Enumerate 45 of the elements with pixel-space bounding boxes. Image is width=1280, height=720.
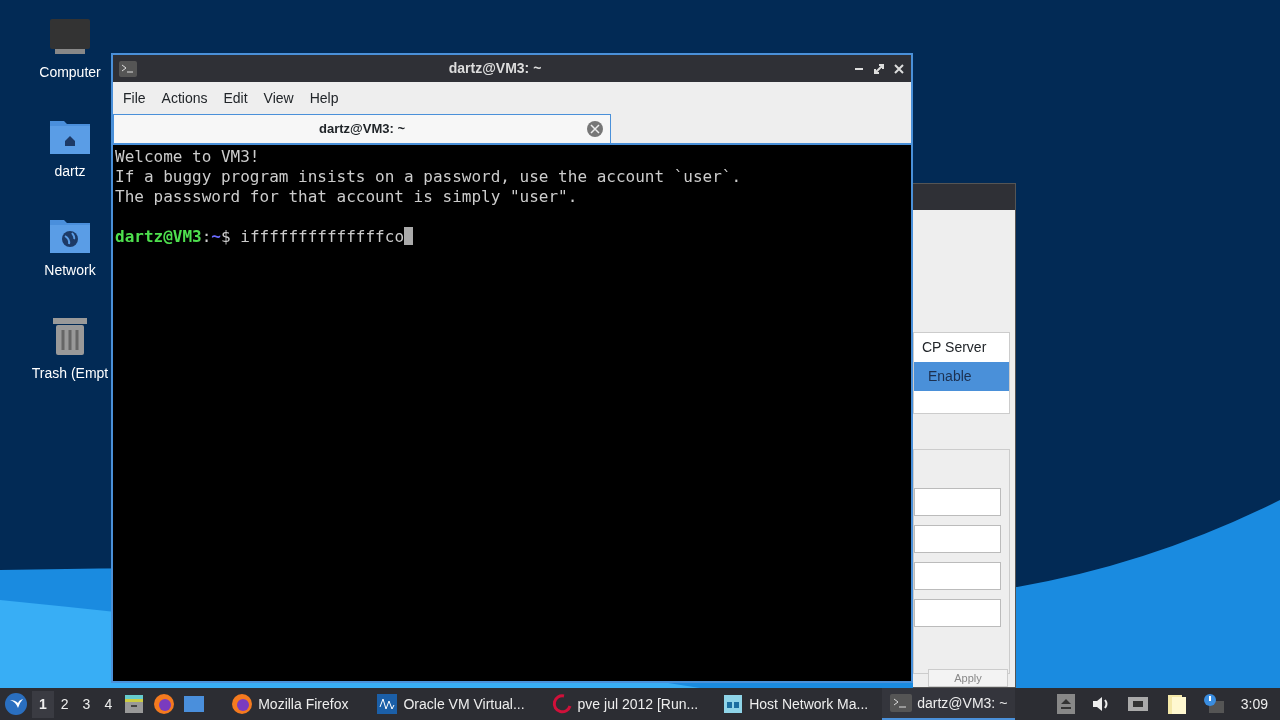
menu-item[interactable]: File <box>117 86 152 111</box>
workspace-button[interactable]: 4 <box>97 690 120 718</box>
monitor-icon[interactable] <box>49 18 91 56</box>
swirl-icon <box>550 693 573 715</box>
desktop-icon-label[interactable]: Network <box>44 260 96 281</box>
eject-icon[interactable] <box>1056 694 1075 714</box>
list-header: CP Server <box>921 338 988 357</box>
workspace-button[interactable]: 2 <box>53 690 76 718</box>
virtualbox-icon <box>376 693 399 715</box>
input-field[interactable] <box>914 488 1001 516</box>
network-icon[interactable] <box>1126 695 1149 713</box>
desktop-icon-label[interactable]: dartz <box>54 161 86 182</box>
network-app-icon <box>722 693 745 715</box>
terminal-tab[interactable]: dartz@VM3: ~ <box>113 114 611 143</box>
close-tab-icon[interactable] <box>586 120 604 138</box>
workspace-button[interactable]: 3 <box>75 690 98 718</box>
taskbar-task[interactable]: Mozilla Firefox <box>223 688 357 720</box>
terminal-output: Welcome to VM3! If a buggy program insists on a password, use the account `user`. The passsword for that account is simply "user". dartz@VM3:~$ iffffffffffffffco <box>113 145 911 681</box>
menu-item[interactable]: Edit <box>217 86 254 111</box>
list-row[interactable]: Enable <box>914 362 1009 391</box>
terminal-icon <box>119 60 137 77</box>
menu-item[interactable]: View <box>257 86 300 111</box>
taskbar-task[interactable]: pve jul 2012 [Run... <box>542 688 707 720</box>
close-icon[interactable] <box>893 62 905 75</box>
taskbar-task[interactable]: Oracle VM Virtual... <box>368 688 533 720</box>
firefox-icon <box>231 693 254 715</box>
input-field[interactable] <box>914 525 1001 553</box>
taskbar-task[interactable]: Host Network Ma... <box>714 688 877 720</box>
input-field[interactable] <box>914 599 1001 627</box>
terminal-icon <box>890 694 913 712</box>
window-title: dartz@VM3: ~ <box>448 59 542 78</box>
file-manager-icon[interactable] <box>123 693 146 715</box>
show-desktop-icon[interactable] <box>183 695 206 713</box>
input-field[interactable] <box>914 562 1001 590</box>
desktop-icon-label[interactable]: Computer <box>39 62 101 83</box>
notification-icon[interactable] <box>1202 693 1225 715</box>
menu-item[interactable]: Help <box>303 86 345 111</box>
desktop-icon-label[interactable]: Trash (Empt <box>31 363 109 384</box>
taskbar-task[interactable]: dartz@VM3: ~ <box>882 688 1016 720</box>
start-menu-icon[interactable] <box>4 692 28 716</box>
workspace-button[interactable]: 1 <box>32 690 54 718</box>
firefox-icon[interactable] <box>153 693 176 715</box>
clock: 3:09 <box>1240 694 1268 714</box>
maximize-icon[interactable] <box>873 62 885 75</box>
menu-item[interactable]: Actions <box>155 86 214 111</box>
